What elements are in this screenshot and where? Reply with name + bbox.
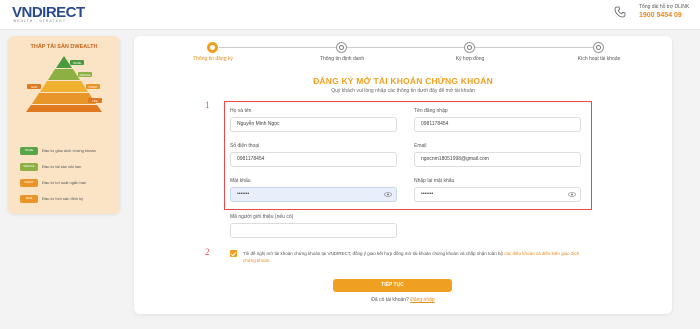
support-label: Tổng đài hỗ trợ DLINK	[639, 4, 690, 10]
wealth-pyramid-graphic: TRADE MANAGE INVEST SAVE LIFE	[26, 56, 102, 112]
step-4-dot	[593, 42, 604, 53]
dwealth-promo-panel: THÁP TÀI SẢN DWEALTH TRADE MANAGE INVEST…	[8, 36, 120, 214]
terms-text: Tôi đề nghị mở tài khoản chứng khoán tại…	[243, 250, 588, 264]
login-prompt-text: Đã có tài khoản?	[371, 297, 409, 303]
legend-text: Đầu tư giao dịch chứng khoán	[42, 148, 96, 153]
legend-text: Đầu tư lợi suất ngắn hạn	[42, 180, 87, 185]
phone-label: Số điện thoại	[230, 143, 260, 149]
step-label-registration-info[interactable]: Thông tin đăng ký	[193, 56, 233, 62]
stepper-line	[219, 47, 598, 48]
form-title: ĐĂNG KÝ MỞ TÀI KHOẢN CHỨNG KHOÁN	[313, 76, 493, 86]
legend-text: Đầu tư tài sản dài hạn	[42, 164, 82, 169]
password-confirm-input[interactable]: •••••••	[414, 187, 581, 202]
show-password-confirm-eye-icon[interactable]	[568, 192, 576, 197]
referral-label: Mã người giới thiệu (nếu có)	[230, 214, 294, 220]
show-password-eye-icon[interactable]	[384, 192, 392, 197]
pyramid-tag-label: SAVE	[31, 86, 38, 89]
step-3-dot	[464, 42, 475, 53]
legend-badge: INVEST	[20, 179, 38, 187]
username-label: Tên đăng nhập	[414, 108, 448, 114]
password-confirm-label: Nhập lại mật khẩu	[414, 178, 455, 184]
step-label-identity-info: Thông tin định danh	[319, 56, 365, 62]
fullname-label: Họ và tên	[230, 108, 252, 114]
terms-body: Tôi đề nghị mở tài khoản chứng khoán tại…	[243, 251, 505, 256]
login-link[interactable]: Đăng nhập	[410, 297, 434, 303]
step-label-activate-account: Kích hoạt tài khoản	[577, 56, 621, 62]
annotation-number-1: 1	[205, 100, 210, 110]
login-prompt-row: Đã có tài khoản? Đăng nhập	[134, 297, 672, 303]
password-input[interactable]: •••••••	[230, 187, 397, 202]
pyramid-tag-label: MANAGE	[80, 74, 91, 77]
promo-legend-item: TRADE Đầu tư giao dịch chứng khoán	[20, 146, 120, 158]
logo-tagline: WEALTH · STRATEGY	[13, 19, 67, 23]
username-input[interactable]: 0981178454	[414, 117, 581, 132]
promo-legend-item: SAVE Đầu tư tích sản định kỳ	[20, 194, 120, 206]
support-phone[interactable]: 1900 5454 09	[639, 12, 682, 19]
vndirect-logo[interactable]: VNDIRECT WEALTH · STRATEGY	[12, 4, 85, 23]
legend-badge: SAVE	[20, 195, 38, 203]
promo-title: THÁP TÀI SẢN DWEALTH	[30, 44, 98, 50]
password-label: Mật khẩu	[230, 178, 251, 184]
pyramid-tag-label: LIFE	[92, 100, 98, 103]
form-subtitle: Quý khách vui lòng nhập các thông tin dư…	[331, 88, 475, 94]
annotation-number-2: 2	[205, 247, 210, 257]
top-header: VNDIRECT WEALTH · STRATEGY Tổng đài hỗ t…	[0, 0, 700, 30]
legend-text: Đầu tư tích sản định kỳ	[42, 196, 84, 201]
phone-input[interactable]: 0981178454	[230, 152, 397, 167]
referral-input[interactable]	[230, 223, 397, 238]
step-1-dot[interactable]	[207, 42, 218, 53]
email-label: Email	[414, 143, 427, 149]
fullname-input[interactable]: Nguyễn Minh Ngọc	[230, 117, 397, 132]
continue-button[interactable]: TIẾP TỤC	[333, 279, 452, 292]
step-label-sign-contract: Ký hợp đồng	[455, 56, 485, 62]
email-input[interactable]: ngocnm18051998@gmail.com	[414, 152, 581, 167]
promo-legend-item: MANAGE Đầu tư tài sản dài hạn	[20, 162, 120, 174]
terms-checkbox[interactable]	[230, 250, 237, 257]
pyramid-tag-label: INVEST	[88, 86, 98, 89]
legend-badge: MANAGE	[20, 163, 38, 171]
step-2-dot	[336, 42, 347, 53]
phone-icon	[614, 6, 626, 18]
promo-legend-item: INVEST Đầu tư lợi suất ngắn hạn	[20, 178, 120, 190]
legend-badge: TRADE	[20, 147, 38, 155]
pyramid-tag-label: TRADE	[73, 62, 82, 65]
